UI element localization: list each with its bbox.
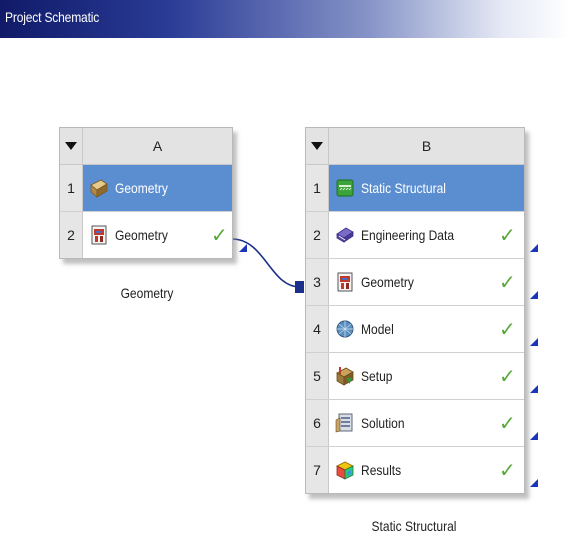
cell-body[interactable]: Static Structural xyxy=(329,165,524,211)
cell-label: Results xyxy=(361,462,402,478)
cell-body[interactable]: Model ✓ xyxy=(329,306,538,352)
row-number: 4 xyxy=(306,306,329,352)
dropdown-arrow-icon[interactable] xyxy=(60,128,83,164)
row-number: 1 xyxy=(306,165,329,211)
row-number: 7 xyxy=(306,447,329,493)
cell-label: Model xyxy=(361,321,394,337)
geometry-cell-icon xyxy=(337,272,353,292)
context-corner-icon[interactable] xyxy=(530,432,538,440)
context-corner-icon[interactable] xyxy=(530,479,538,487)
cell-body[interactable]: Geometry xyxy=(83,165,232,211)
up-to-date-check-icon: ✓ xyxy=(499,272,516,294)
geometry-cell-icon xyxy=(91,225,107,245)
row-number: 1 xyxy=(60,165,83,211)
cell-body[interactable]: Setup ✓ xyxy=(329,353,538,399)
results-icon xyxy=(336,461,354,480)
up-to-date-check-icon: ✓ xyxy=(499,366,516,388)
row-number: 3 xyxy=(306,259,329,305)
system-header: A xyxy=(60,128,232,165)
cell-body[interactable]: Results ✓ xyxy=(329,447,538,493)
row-number: 2 xyxy=(60,212,83,258)
system-letter: B xyxy=(329,128,524,164)
cell-row-b5[interactable]: 5 Setup ✓ xyxy=(306,353,538,400)
cell-body[interactable]: Geometry ✓ xyxy=(329,259,538,305)
dropdown-arrow-icon[interactable] xyxy=(306,128,329,164)
cell-row-b4[interactable]: 4 Model ✓ xyxy=(306,306,538,353)
cell-label: Engineering Data xyxy=(361,227,455,243)
system-a[interactable]: A 1 Geometry 2 Geometry ✓ xyxy=(59,127,247,259)
cell-row-b6[interactable]: 6 Solution ✓ xyxy=(306,400,538,447)
context-corner-icon[interactable] xyxy=(530,291,538,299)
cell-label: Solution xyxy=(361,415,405,431)
up-to-date-check-icon: ✓ xyxy=(499,413,516,435)
title-bar: Project Schematic xyxy=(0,0,569,38)
cell-row-a1[interactable]: 1 Geometry xyxy=(60,165,232,212)
cell-label: Static Structural xyxy=(361,180,446,196)
context-corner-icon[interactable] xyxy=(239,244,247,252)
row-number: 5 xyxy=(306,353,329,399)
context-corner-icon[interactable] xyxy=(530,385,538,393)
cell-label: Geometry xyxy=(361,274,414,290)
engineering-data-icon xyxy=(336,227,354,243)
up-to-date-check-icon: ✓ xyxy=(499,460,516,482)
panel-title: Project Schematic xyxy=(5,9,100,25)
setup-icon xyxy=(336,367,354,386)
context-corner-icon[interactable] xyxy=(530,338,538,346)
context-corner-icon[interactable] xyxy=(530,244,538,252)
cell-row-b1[interactable]: 1 Static Structural xyxy=(306,165,524,212)
system-caption[interactable]: Geometry xyxy=(117,285,177,301)
cell-label: Setup xyxy=(361,368,393,384)
cell-label: Geometry xyxy=(115,227,168,243)
model-icon xyxy=(336,320,354,338)
up-to-date-check-icon: ✓ xyxy=(211,225,228,247)
cell-body[interactable]: Geometry ✓ xyxy=(83,212,247,258)
static-structural-icon xyxy=(336,179,354,197)
cell-row-b2[interactable]: 2 Engineering Data ✓ xyxy=(306,212,538,259)
cell-row-b3[interactable]: 3 Geometry ✓ xyxy=(306,259,538,306)
geometry-box-icon xyxy=(90,179,108,198)
solution-icon xyxy=(335,413,353,433)
cell-body[interactable]: Engineering Data ✓ xyxy=(329,212,538,258)
up-to-date-check-icon: ✓ xyxy=(499,225,516,247)
system-caption[interactable]: Static Structural xyxy=(363,518,464,534)
cell-row-b7[interactable]: 7 Results ✓ xyxy=(306,447,538,493)
cell-row-a2[interactable]: 2 Geometry ✓ xyxy=(60,212,247,258)
system-b[interactable]: B 1 Static Structural 2 Engineering Data… xyxy=(305,127,538,494)
up-to-date-check-icon: ✓ xyxy=(499,319,516,341)
system-letter: A xyxy=(83,128,232,164)
system-header: B xyxy=(306,128,524,165)
row-number: 6 xyxy=(306,400,329,446)
row-number: 2 xyxy=(306,212,329,258)
project-schematic-panel: Project Schematic A 1 Geometry 2 Geometr… xyxy=(0,0,569,543)
cell-body[interactable]: Solution ✓ xyxy=(329,400,538,446)
cell-label: Geometry xyxy=(115,180,168,196)
